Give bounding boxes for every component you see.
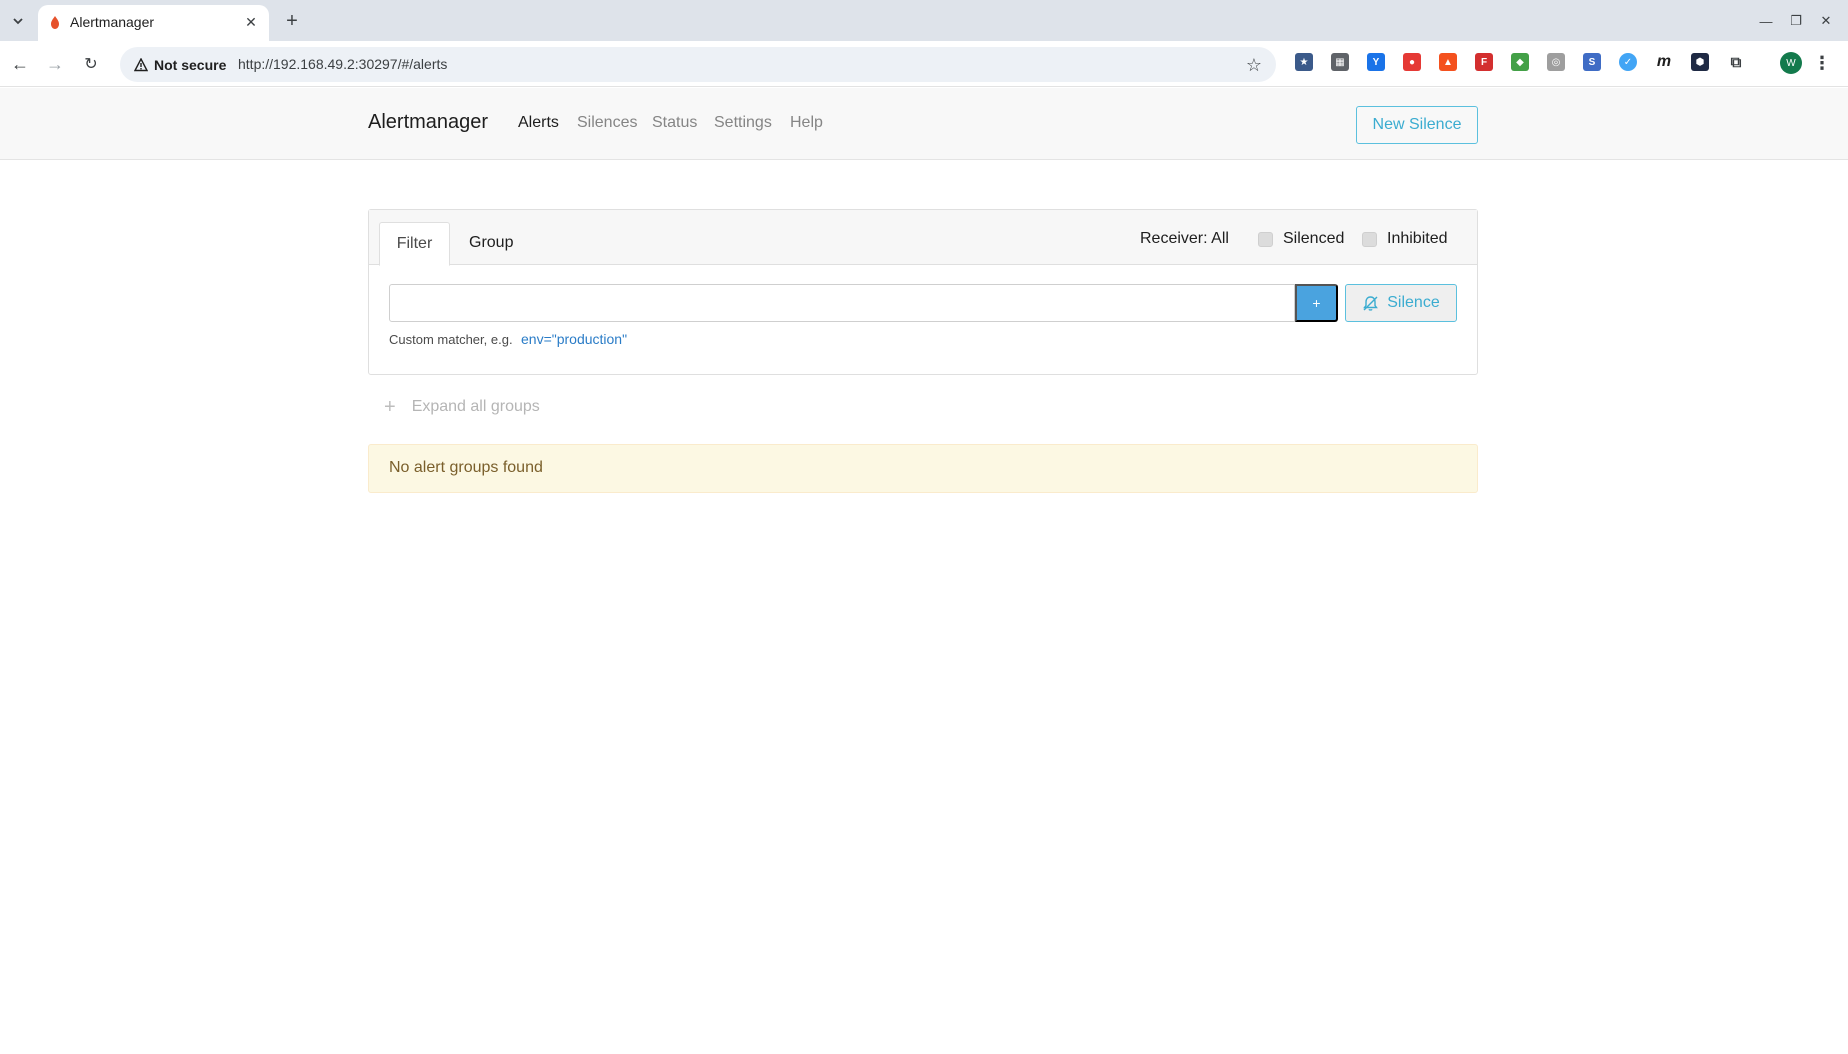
reload-icon[interactable]: ↻ — [78, 51, 104, 77]
silence-button-label: Silence — [1387, 294, 1440, 311]
inhibited-label: Inhibited — [1387, 230, 1448, 247]
browser-tab[interactable]: Alertmanager ✕ — [38, 5, 269, 41]
expand-all-groups-label: Expand all groups — [411, 398, 540, 415]
close-tab-icon[interactable]: ✕ — [241, 12, 261, 32]
chevron-down-icon — [13, 18, 23, 25]
extensions-puzzle-icon[interactable]: ⧉ — [1727, 53, 1745, 71]
nav-alerts[interactable]: Alerts — [518, 114, 559, 132]
inhibited-checkbox[interactable]: Inhibited — [1362, 230, 1448, 248]
extension-9-icon[interactable]: S — [1583, 53, 1601, 71]
nav-help[interactable]: Help — [790, 114, 823, 132]
extension-8-icon[interactable]: ◎ — [1547, 53, 1565, 71]
new-tab-icon[interactable]: + — [279, 8, 305, 34]
nav-status[interactable]: Status — [652, 114, 697, 132]
extension-7-icon[interactable]: ◆ — [1511, 53, 1529, 71]
silenced-checkbox[interactable]: Silenced — [1258, 230, 1344, 248]
no-alerts-message: No alert groups found — [368, 444, 1478, 493]
filter-card: Filter Group Receiver: All Silenced Inhi… — [368, 209, 1478, 375]
tab-filter[interactable]: Filter — [379, 222, 450, 266]
extension-12-icon[interactable]: ⬢ — [1691, 53, 1709, 71]
minimize-icon[interactable]: — — [1752, 8, 1780, 34]
security-label: Not secure — [154, 56, 227, 73]
app-navbar: Alertmanager Alerts Silences Status Sett… — [0, 88, 1848, 160]
nav-settings[interactable]: Settings — [714, 114, 772, 132]
browser-menu-icon[interactable]: ⋮ — [1812, 52, 1832, 74]
silence-button[interactable]: Silence — [1345, 284, 1457, 322]
tab-search-button[interactable] — [6, 9, 30, 33]
extension-6-icon[interactable]: F — [1475, 53, 1493, 71]
profile-initial: W — [1786, 57, 1796, 69]
bookmark-star-icon[interactable]: ☆ — [1242, 53, 1266, 77]
security-chip[interactable]: Not secure — [128, 51, 234, 78]
forward-icon[interactable]: → — [42, 51, 68, 77]
warning-triangle-icon — [134, 57, 148, 71]
extension-5-icon[interactable]: ▲ — [1439, 53, 1457, 71]
new-silence-button[interactable]: New Silence — [1356, 106, 1478, 144]
extension-1-icon[interactable]: ★ — [1295, 53, 1313, 71]
back-icon[interactable]: ← — [7, 51, 33, 77]
filter-card-header: Filter Group Receiver: All Silenced Inhi… — [369, 210, 1477, 266]
tab-title: Alertmanager — [70, 14, 155, 30]
bell-slash-icon — [1363, 295, 1379, 311]
matcher-hint: Custom matcher, e.g. — [389, 332, 513, 347]
matcher-input[interactable] — [389, 284, 1295, 322]
close-window-icon[interactable]: ✕ — [1812, 8, 1840, 34]
silenced-checkbox-box[interactable] — [1258, 231, 1273, 247]
restore-icon[interactable]: ❐ — [1782, 8, 1810, 34]
inhibited-checkbox-box[interactable] — [1362, 231, 1377, 247]
extension-4-icon[interactable]: ● — [1403, 53, 1421, 71]
extension-3-icon[interactable]: Y — [1367, 53, 1385, 71]
matcher-hint-example[interactable]: env="production" — [521, 331, 627, 347]
address-bar[interactable]: Not secure http://192.168.49.2:30297/#/a… — [120, 47, 1276, 82]
qr-extension-icon[interactable]: ▦ — [1331, 53, 1349, 71]
expand-all-groups[interactable]: + Expand all groups — [384, 396, 540, 418]
plus-icon: + — [384, 396, 396, 418]
extension-11-icon[interactable]: m — [1655, 53, 1673, 71]
nav-silences[interactable]: Silences — [577, 114, 637, 132]
tab-group[interactable]: Group — [469, 234, 513, 252]
brand[interactable]: Alertmanager — [368, 111, 488, 134]
profile-avatar[interactable]: W — [1780, 52, 1802, 74]
no-alerts-text: No alert groups found — [389, 459, 543, 476]
browser-toolbar: ← → ↻ Not secure http://192.168.49.2:302… — [0, 41, 1848, 87]
alertmanager-favicon-icon — [51, 16, 59, 29]
extension-10-icon[interactable]: ✓ — [1619, 53, 1637, 71]
add-matcher-button[interactable]: + — [1295, 284, 1338, 322]
browser-tab-strip: Alertmanager ✕ + — ❐ ✕ — [0, 0, 1848, 41]
url-text[interactable]: http://192.168.49.2:30297/#/alerts — [238, 56, 447, 72]
receiver-selector[interactable]: Receiver: All — [1140, 230, 1229, 248]
silenced-label: Silenced — [1283, 230, 1345, 247]
